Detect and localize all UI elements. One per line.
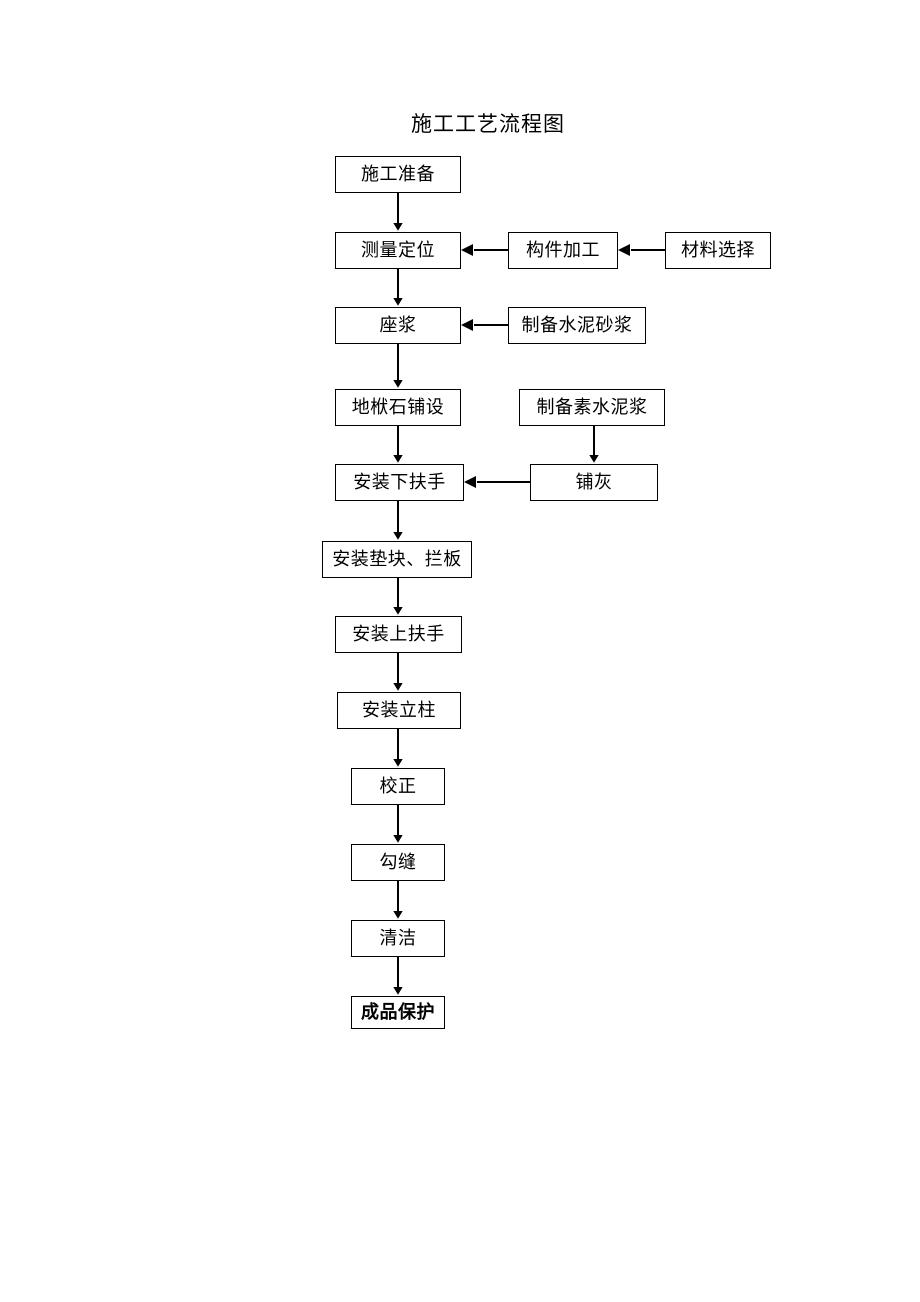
node-survey-positioning[interactable]: 测量定位 [335,232,461,269]
node-label: 座浆 [379,314,417,336]
node-label: 清洁 [379,927,417,949]
node-label: 构件加工 [526,239,600,261]
node-label: 安装立柱 [362,699,436,721]
node-finished-product-protection[interactable]: 成品保护 [351,996,445,1029]
edge-spread-to-lowrail-arrowhead [464,476,476,488]
node-seat-mortar[interactable]: 座浆 [335,307,461,344]
node-install-lower-handrail[interactable]: 安装下扶手 [335,464,464,501]
node-component-fabrication[interactable]: 构件加工 [508,232,618,269]
node-prepare-cement-mortar[interactable]: 制备水泥砂浆 [508,307,646,344]
node-install-columns[interactable]: 安装立柱 [337,692,461,729]
node-label: 地栿石铺设 [351,396,445,418]
node-cleaning[interactable]: 清洁 [351,920,445,957]
node-label: 材料选择 [681,239,755,261]
node-label: 成品保护 [361,1001,435,1023]
node-label: 安装下扶手 [353,471,446,493]
node-install-pads-and-panels[interactable]: 安装垫块、拦板 [322,541,472,578]
node-prepare-neat-cement-paste[interactable]: 制备素水泥浆 [519,389,665,426]
flowchart-canvas: 施工工艺流程图 施工准备 测量定位 构件加工 材料选择 座浆 制备水泥砂浆 地栿… [0,0,920,1302]
node-label: 铺灰 [575,471,613,493]
page-title-text: 施工工艺流程图 [411,112,565,136]
node-label: 安装垫块、拦板 [332,548,462,570]
node-label: 校正 [379,775,417,797]
node-label: 测量定位 [361,239,435,261]
edge-cementmortar-to-mortar-arrowhead [461,319,473,331]
node-joint-pointing[interactable]: 勾缝 [351,844,445,881]
page-title: 施工工艺流程图 [0,108,920,138]
node-label: 施工准备 [361,163,435,185]
node-material-selection[interactable]: 材料选择 [665,232,771,269]
edge-fabrication-to-survey-arrowhead [461,244,473,256]
node-label: 勾缝 [379,851,417,873]
node-construction-preparation[interactable]: 施工准备 [335,156,461,193]
node-label: 制备水泥砂浆 [521,314,633,336]
node-spread-mortar[interactable]: 铺灰 [530,464,658,501]
node-alignment-correction[interactable]: 校正 [351,768,445,805]
node-label: 安装上扶手 [352,623,445,645]
node-label: 制备素水泥浆 [536,396,648,418]
node-install-upper-handrail[interactable]: 安装上扶手 [335,616,462,653]
edge-material-to-fabrication-arrowhead [618,244,630,256]
node-base-stone-paving[interactable]: 地栿石铺设 [335,389,461,426]
